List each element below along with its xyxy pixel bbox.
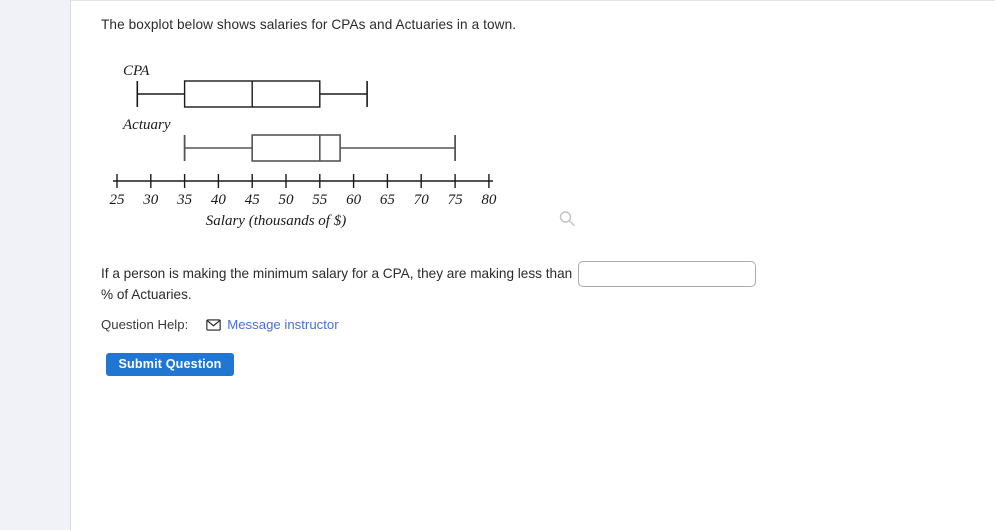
x-tick-label: 75 — [448, 192, 464, 208]
question-prompt: The boxplot below shows salaries for CPA… — [101, 17, 517, 32]
x-tick-label: 40 — [211, 192, 227, 208]
x-tick-label: 55 — [312, 192, 328, 208]
question-content-pane: The boxplot below shows salaries for CPA… — [71, 0, 995, 530]
question-text-before-input: If a person is making the minimum salary… — [101, 266, 573, 281]
x-tick-label: 35 — [176, 192, 193, 208]
x-tick-label: 25 — [110, 192, 126, 208]
question-help-row: Question Help: Message instructor — [101, 317, 339, 332]
boxplot-x-axis — [113, 174, 493, 188]
search-icon[interactable] — [556, 208, 578, 230]
series-label-actuary: Actuary — [122, 117, 171, 133]
question-text-after-input: % of Actuaries. — [101, 287, 192, 302]
x-tick-label: 80 — [481, 192, 497, 208]
boxplot-figure: CPA Actuary 25 30 35 40 45 50 55 60 65 7… — [101, 53, 575, 243]
x-axis-title: Salary (thousands of $) — [206, 213, 346, 229]
boxplot-x-tick-labels: 25 30 35 40 45 50 55 60 65 70 75 80 — [110, 192, 497, 208]
x-tick-label: 50 — [279, 192, 295, 208]
envelope-icon — [206, 318, 221, 331]
left-sidebar — [0, 0, 71, 530]
question-help-label: Question Help: — [101, 317, 189, 332]
message-instructor-label: Message instructor — [227, 317, 339, 332]
answer-input[interactable] — [578, 261, 757, 288]
message-instructor-link[interactable]: Message instructor — [206, 317, 339, 332]
x-tick-label: 70 — [414, 192, 430, 208]
x-tick-label: 30 — [142, 192, 159, 208]
x-tick-label: 45 — [245, 192, 261, 208]
submit-question-button[interactable]: Submit Question — [106, 353, 234, 376]
question-answer-line: If a person is making the minimum salary… — [101, 259, 901, 289]
x-tick-label: 60 — [346, 192, 362, 208]
boxplot-svg: CPA Actuary 25 30 35 40 45 50 55 60 65 7… — [110, 63, 497, 229]
boxplot-actuary — [183, 134, 457, 162]
page-root: The boxplot below shows salaries for CPA… — [0, 0, 995, 530]
boxplot-cpa — [136, 80, 368, 108]
series-label-cpa: CPA — [123, 63, 150, 79]
x-tick-label: 65 — [380, 192, 396, 208]
